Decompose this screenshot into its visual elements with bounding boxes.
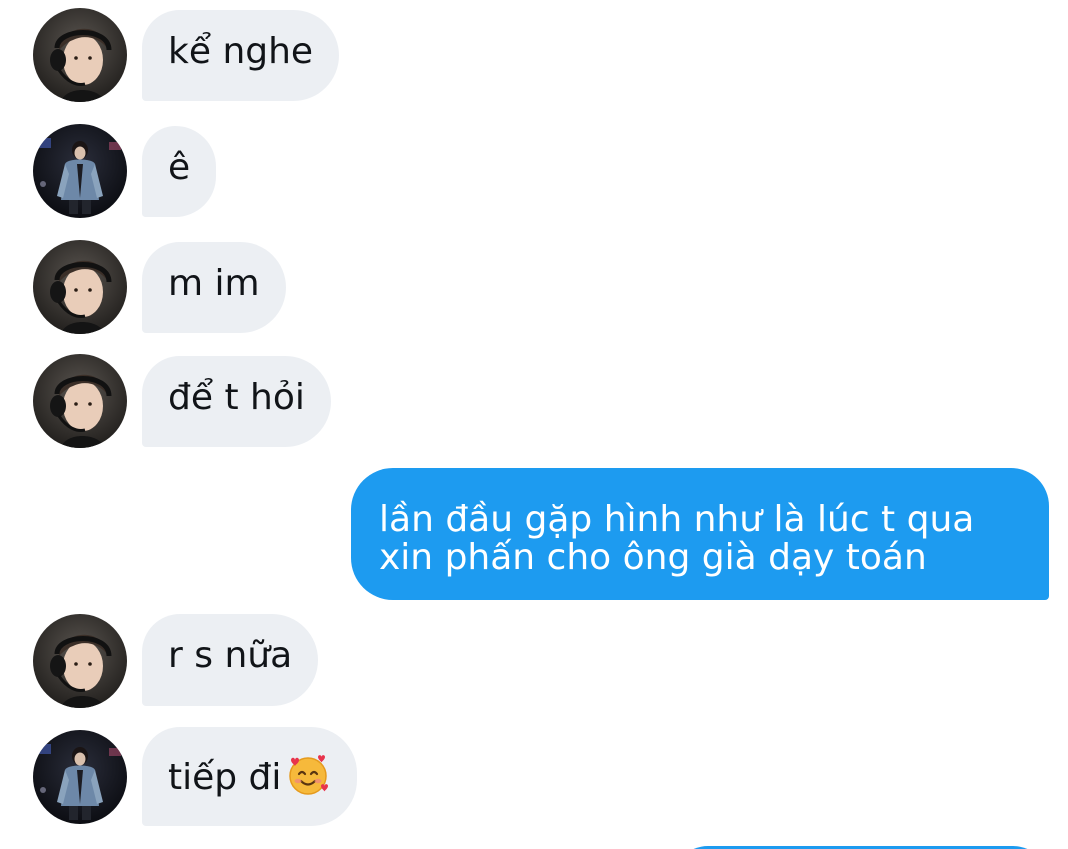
message-text: kể nghe (168, 31, 314, 72)
avatar-denim-jacket-icon[interactable] (33, 124, 127, 218)
message-bubble-incoming[interactable]: m im (142, 242, 286, 333)
smiling-face-with-hearts-emoji (285, 752, 331, 798)
message-bubble-incoming[interactable]: để t hỏi (142, 356, 331, 447)
message-bubble-incoming[interactable]: ê (142, 126, 217, 217)
message-text: tiếp đi (168, 757, 282, 798)
message-text: m im (168, 263, 260, 304)
message-text: r s nữa (168, 635, 293, 676)
message-bubble-outgoing[interactable]: lần đầu gặp hình như là lúc t qua xin ph… (351, 468, 1049, 600)
avatar-headset-icon[interactable] (33, 354, 127, 448)
message-bubble-incoming[interactable]: tiếp đi (142, 727, 358, 826)
message-text: ê (168, 147, 191, 188)
avatar-headset-icon[interactable] (33, 614, 127, 708)
avatar-denim-jacket-icon[interactable] (33, 730, 127, 824)
message-bubble-incoming[interactable]: kể nghe (142, 10, 340, 101)
avatar-headset-icon[interactable] (33, 8, 127, 102)
chat-thread: kể nghe ê m im để t hỏi lần đầu gặp hình… (0, 0, 1068, 849)
message-text: lần đầu gặp hình như là lúc t qua xin ph… (379, 499, 975, 578)
message-bubble-incoming[interactable]: r s nữa (142, 614, 319, 706)
message-text: để t hỏi (168, 377, 305, 418)
avatar-headset-icon[interactable] (33, 240, 127, 334)
